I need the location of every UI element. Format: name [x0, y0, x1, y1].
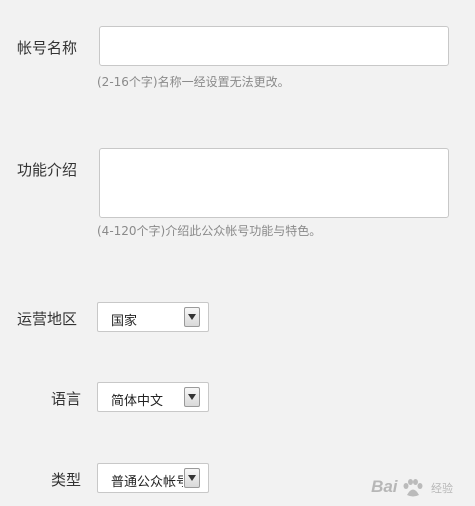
account-name-label: 帐号名称 [17, 39, 78, 57]
account-name-hint: (2-16个字)名称一经设置无法更改。 [97, 75, 290, 89]
region-selected: 国家 [111, 314, 138, 329]
intro-hint: (4-120个字)介绍此公众帐号功能与特色。 [97, 224, 322, 238]
baidu-watermark: Bai 经验 [371, 477, 453, 498]
watermark-text: Bai [371, 477, 398, 497]
watermark-text2: 经验 [431, 483, 453, 496]
dropdown-arrow-icon[interactable] [184, 468, 200, 488]
intro-label: 功能介绍 [17, 161, 78, 179]
type-label: 类型 [50, 471, 81, 489]
language-label: 语言 [50, 390, 81, 408]
account-name-input[interactable] [99, 26, 449, 66]
baidu-paw-icon [403, 479, 423, 497]
dropdown-arrow-icon[interactable] [184, 387, 200, 407]
type-selected: 普通公众帐号 [111, 475, 183, 490]
language-select[interactable]: 简体中文 [97, 382, 209, 412]
language-selected: 简体中文 [111, 394, 164, 409]
region-select[interactable]: 国家 [97, 302, 209, 332]
dropdown-arrow-icon[interactable] [184, 307, 200, 327]
region-label: 运营地区 [17, 310, 78, 328]
type-select[interactable]: 普通公众帐号 [97, 463, 209, 493]
intro-textarea[interactable] [99, 148, 449, 218]
